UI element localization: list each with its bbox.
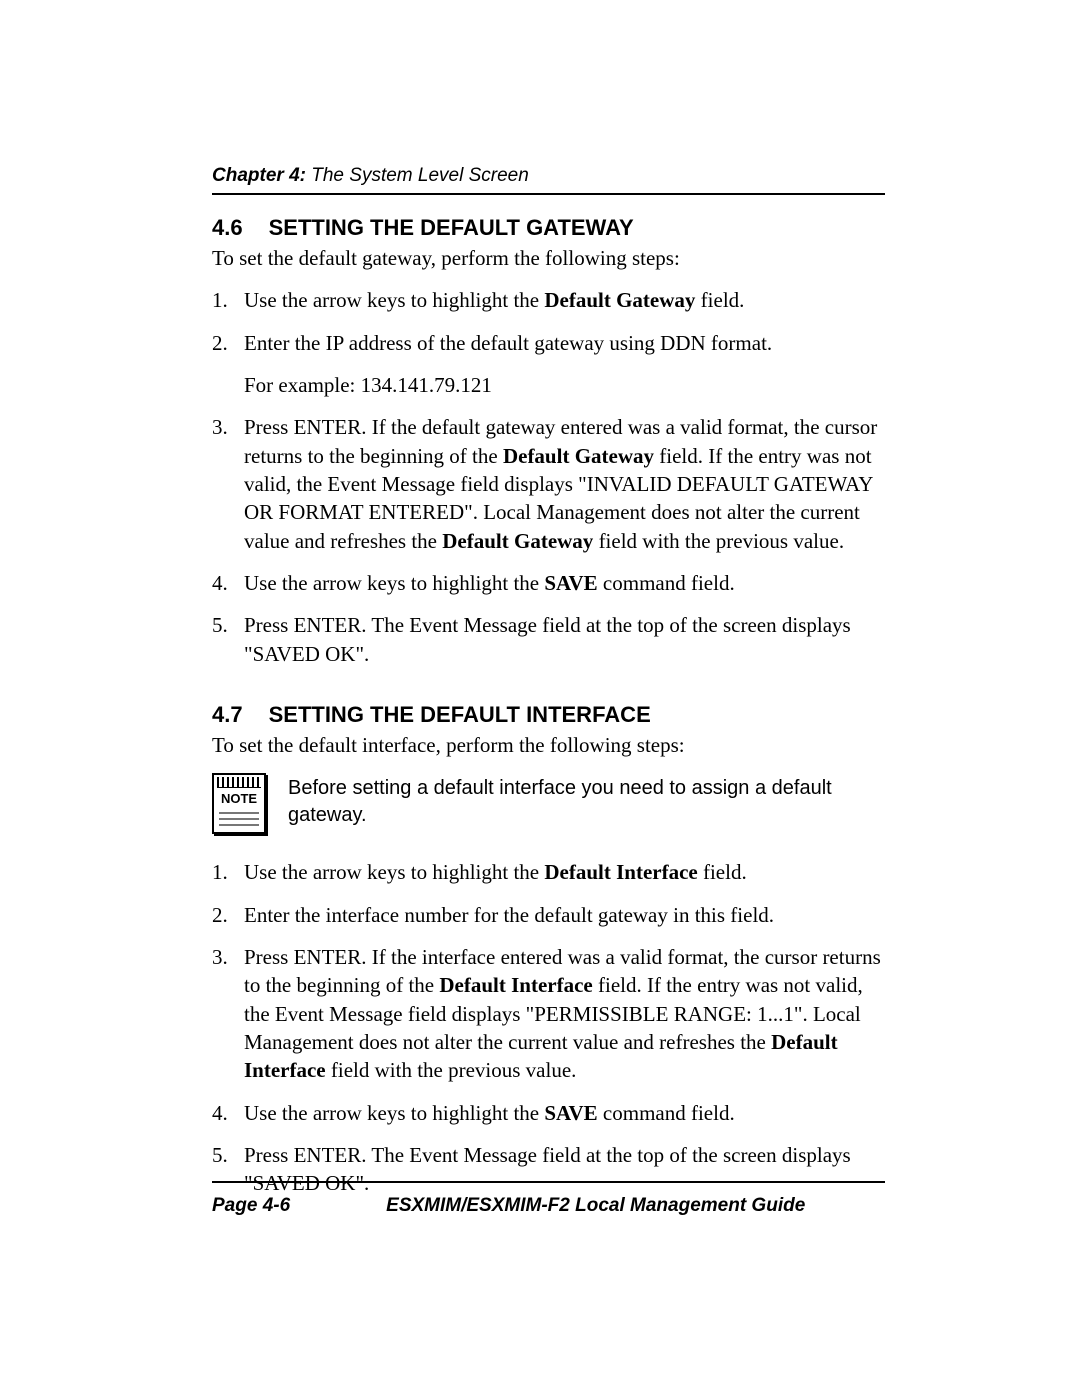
command-name: SAVE (544, 571, 597, 595)
chapter-number: Chapter 4: (212, 165, 306, 186)
step-text: command field. (598, 571, 735, 595)
document-page: Chapter 4: The System Level Screen 4.6 S… (0, 0, 1080, 1397)
field-name: Default Interface (544, 860, 697, 884)
step-text: Enter the IP address of the default gate… (244, 331, 772, 355)
chapter-header: Chapter 4: The System Level Screen (212, 165, 885, 195)
section-title: SETTING THE DEFAULT GATEWAY (269, 215, 634, 241)
note-icon: NOTE (212, 773, 268, 834)
step-item: Enter the IP address of the default gate… (212, 329, 885, 400)
step-item: Press ENTER. If the interface entered wa… (212, 943, 885, 1085)
chapter-title: The System Level Screen (306, 165, 529, 186)
step-item: Use the arrow keys to highlight the Defa… (212, 286, 885, 314)
step-text: field. (695, 288, 744, 312)
section-4-7: 4.7 SETTING THE DEFAULT INTERFACE To set… (212, 702, 885, 1198)
page-number: Page 4-6 (212, 1195, 290, 1217)
page-footer: Page 4-6 ESXMIM/ESXMIM-F2 Local Manageme… (212, 1181, 885, 1217)
note-label: NOTE (214, 790, 264, 808)
step-text: field with the previous value. (593, 529, 844, 553)
step-example: For example: 134.141.79.121 (244, 371, 885, 399)
field-name: Default Gateway (442, 529, 593, 553)
field-name: Default Interface (439, 973, 592, 997)
step-item: Enter the interface number for the defau… (212, 901, 885, 929)
step-item: Press ENTER. The Event Message field at … (212, 611, 885, 668)
step-item: Use the arrow keys to highlight the SAVE… (212, 1099, 885, 1127)
step-text: Use the arrow keys to highlight the (244, 860, 544, 884)
note-text: Before setting a default interface you n… (288, 773, 885, 829)
section-number: 4.7 (212, 702, 243, 728)
step-text: Use the arrow keys to highlight the (244, 1101, 544, 1125)
step-text: command field. (598, 1101, 735, 1125)
section-title: SETTING THE DEFAULT INTERFACE (269, 702, 651, 728)
section-heading: 4.6 SETTING THE DEFAULT GATEWAY (212, 215, 885, 241)
section-intro: To set the default gateway, perform the … (212, 245, 885, 272)
field-name: Default Gateway (544, 288, 695, 312)
section-number: 4.6 (212, 215, 243, 241)
step-text: field. (698, 860, 747, 884)
section-heading: 4.7 SETTING THE DEFAULT INTERFACE (212, 702, 885, 728)
step-text: Use the arrow keys to highlight the (244, 288, 544, 312)
step-item: Press ENTER. If the default gateway ente… (212, 413, 885, 555)
field-name: Default Gateway (503, 444, 654, 468)
step-item: Use the arrow keys to highlight the Defa… (212, 858, 885, 886)
step-text: Press ENTER. The Event Message field at … (244, 613, 851, 665)
step-text: Use the arrow keys to highlight the (244, 571, 544, 595)
step-text: Enter the interface number for the defau… (244, 903, 774, 927)
step-list: Use the arrow keys to highlight the Defa… (212, 858, 885, 1197)
command-name: SAVE (544, 1101, 597, 1125)
step-list: Use the arrow keys to highlight the Defa… (212, 286, 885, 668)
document-title: ESXMIM/ESXMIM-F2 Local Management Guide (386, 1195, 885, 1217)
step-item: Use the arrow keys to highlight the SAVE… (212, 569, 885, 597)
note-block: NOTE Before setting a default interface … (212, 773, 885, 834)
section-intro: To set the default interface, perform th… (212, 732, 885, 759)
step-text: field with the previous value. (326, 1058, 577, 1082)
section-4-6: 4.6 SETTING THE DEFAULT GATEWAY To set t… (212, 215, 885, 668)
